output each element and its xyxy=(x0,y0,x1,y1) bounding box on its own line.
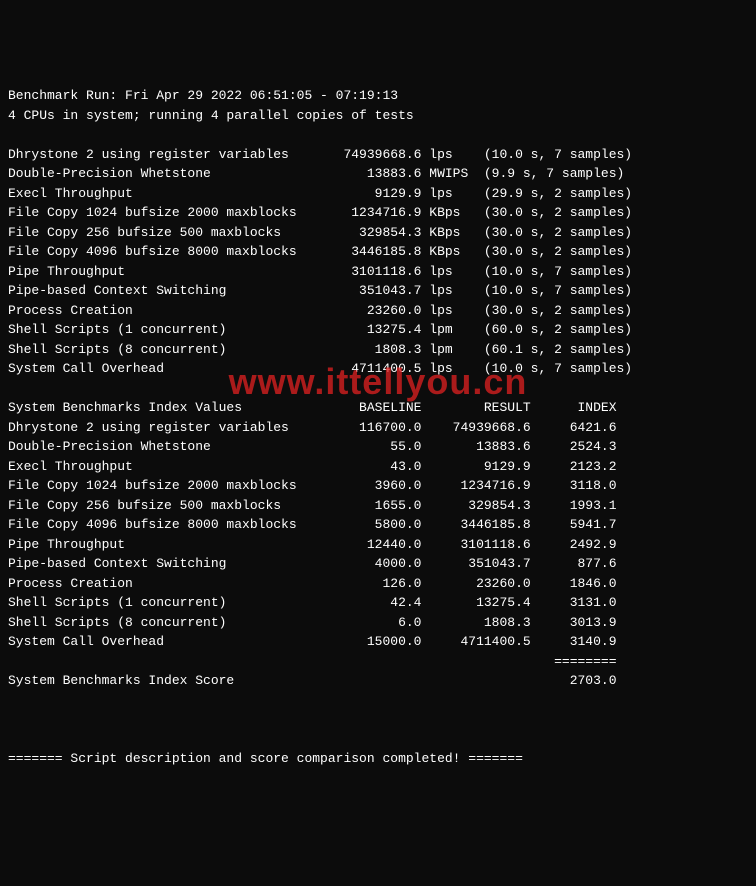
terminal-output: Benchmark Run: Fri Apr 29 2022 06:51:05 … xyxy=(8,86,748,769)
score-rule: ======== xyxy=(8,654,617,669)
raw-results-block: Dhrystone 2 using register variables 749… xyxy=(8,147,632,377)
score-line: System Benchmarks Index Score 2703.0 xyxy=(8,673,617,688)
cpu-line: 4 CPUs in system; running 4 parallel cop… xyxy=(8,108,414,123)
index-results-block: Dhrystone 2 using register variables 116… xyxy=(8,420,617,650)
index-header-line: System Benchmarks Index Values BASELINE … xyxy=(8,400,617,415)
benchmark-run-line: Benchmark Run: Fri Apr 29 2022 06:51:05 … xyxy=(8,88,398,103)
footer-line: ======= Script description and score com… xyxy=(8,751,523,766)
